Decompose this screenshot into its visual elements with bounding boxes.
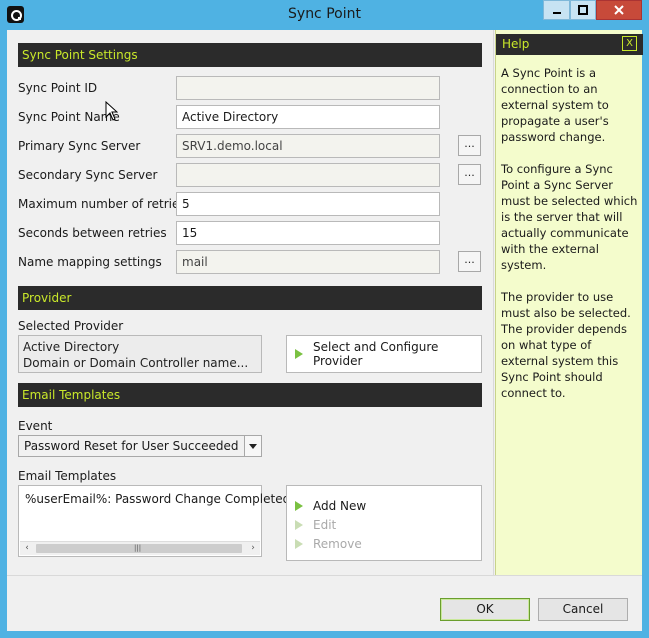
template-actions-panel: Add New Edit Remove <box>286 485 482 561</box>
selected-provider-name: Active Directory <box>23 340 120 354</box>
list-item[interactable]: %userEmail%: Password Change Completed <box>25 492 290 506</box>
max-retries-field[interactable]: 5 <box>176 192 440 216</box>
help-title: Help <box>502 37 530 51</box>
scroll-left-icon[interactable]: ‹ <box>20 542 34 555</box>
sync-point-name-field[interactable]: Active Directory <box>176 105 440 129</box>
event-select[interactable]: Password Reset for User Succeeded <box>18 435 262 457</box>
event-label: Event <box>18 419 53 433</box>
maximize-button[interactable] <box>570 0 596 20</box>
help-text: A Sync Point is a connection to an exter… <box>501 65 639 417</box>
event-select-value: Password Reset for User Succeeded <box>24 439 239 453</box>
close-button[interactable] <box>596 0 642 20</box>
title-bar[interactable]: Sync Point <box>0 0 649 30</box>
play-icon <box>295 501 303 511</box>
grip-icon: ||| <box>134 544 142 552</box>
maximize-icon <box>578 5 588 15</box>
add-new-button[interactable]: Add New <box>295 499 366 513</box>
dialog-footer: OK Cancel <box>7 575 642 631</box>
play-icon <box>295 349 303 359</box>
edit-label: Edit <box>313 518 337 532</box>
seconds-between-retries-label: Seconds between retries <box>18 226 167 240</box>
scroll-right-icon[interactable]: › <box>246 542 260 555</box>
add-new-label: Add New <box>313 499 367 513</box>
primary-sync-server-browse-button[interactable]: ... <box>458 135 481 156</box>
secondary-sync-server-label: Secondary Sync Server <box>18 168 158 182</box>
dialog-client-area: Sync Point Settings Sync Point ID Sync P… <box>7 30 643 631</box>
help-close-button[interactable]: X <box>622 36 637 51</box>
select-configure-provider-label: Select and Configure Provider <box>313 340 439 368</box>
secondary-sync-server-browse-button[interactable]: ... <box>458 164 481 185</box>
minimize-icon <box>552 12 561 14</box>
horizontal-scrollbar[interactable]: ‹ ||| › <box>20 541 260 555</box>
dialog-window: Sync Point Sync Point Settings Sync Poin… <box>0 0 649 638</box>
cancel-button[interactable]: Cancel <box>538 598 628 621</box>
name-mapping-browse-button[interactable]: ... <box>458 251 481 272</box>
settings-panel: Sync Point Settings Sync Point ID Sync P… <box>7 30 494 575</box>
secondary-sync-server-field[interactable] <box>176 163 440 187</box>
email-templates-list[interactable]: %userEmail%: Password Change Completed ‹… <box>18 485 290 557</box>
name-mapping-field[interactable]: mail <box>176 250 440 274</box>
email-templates-header: Email Templates <box>18 383 482 407</box>
provider-header: Provider <box>18 286 482 310</box>
selected-provider-box: Active Directory Domain or Domain Contro… <box>18 335 262 373</box>
selected-provider-detail: Domain or Domain Controller name... <box>23 356 249 370</box>
help-header: Help X <box>496 34 643 55</box>
chevron-down-icon[interactable] <box>244 436 261 456</box>
ok-button[interactable]: OK <box>440 598 530 621</box>
play-icon <box>295 539 303 549</box>
sync-point-id-field[interactable] <box>176 76 440 100</box>
minimize-button[interactable] <box>543 0 570 20</box>
sync-point-id-label: Sync Point ID <box>18 81 98 95</box>
edit-button[interactable]: Edit <box>295 518 336 532</box>
help-paragraph: A Sync Point is a connection to an exter… <box>501 66 609 144</box>
sync-point-settings-header: Sync Point Settings <box>18 43 482 67</box>
close-icon <box>614 5 624 15</box>
max-retries-label: Maximum number of retries <box>18 197 186 211</box>
selected-provider-label: Selected Provider <box>18 319 124 333</box>
remove-button[interactable]: Remove <box>295 537 362 551</box>
email-templates-label: Email Templates <box>18 469 117 483</box>
help-paragraph: The provider to use must also be selecte… <box>501 290 631 400</box>
help-paragraph: To configure a Sync Point a Sync Server … <box>501 162 638 272</box>
name-mapping-label: Name mapping settings <box>18 255 162 269</box>
select-configure-provider-button[interactable]: Select and Configure Provider <box>286 335 482 373</box>
play-icon <box>295 520 303 530</box>
primary-sync-server-label: Primary Sync Server <box>18 139 141 153</box>
remove-label: Remove <box>313 537 362 551</box>
help-panel: Help X A Sync Point is a connection to a… <box>495 30 643 575</box>
primary-sync-server-field[interactable]: SRV1.demo.local <box>176 134 440 158</box>
scrollbar-thumb[interactable]: ||| <box>36 544 242 553</box>
seconds-between-retries-field[interactable]: 15 <box>176 221 440 245</box>
